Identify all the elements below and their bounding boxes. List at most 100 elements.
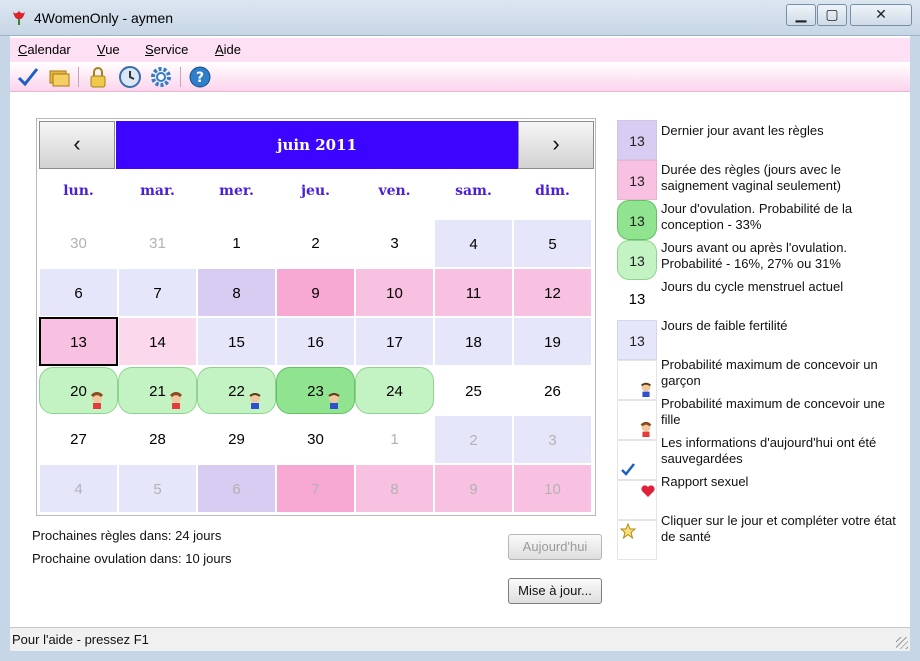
- update-button[interactable]: Mise à jour...: [508, 578, 602, 604]
- star-icon: [620, 523, 636, 539]
- day-cell[interactable]: 5: [118, 464, 197, 513]
- day-cell-today[interactable]: 13: [39, 317, 118, 366]
- weekday-mon: lun.: [63, 183, 94, 199]
- day-cell[interactable]: 24: [355, 367, 434, 414]
- day-cell[interactable]: 10: [355, 268, 434, 317]
- heart-icon: [641, 485, 655, 497]
- day-cell[interactable]: 9: [276, 268, 355, 317]
- day-cell[interactable]: 8: [197, 268, 276, 317]
- day-cell[interactable]: 12: [513, 268, 592, 317]
- month-title: juin 2011: [116, 121, 518, 169]
- girl-icon: [90, 392, 104, 409]
- legend-text-ovulation: Jour d'ovulation. Probabilité de la conc…: [661, 201, 853, 232]
- day-cell[interactable]: 21: [118, 367, 197, 414]
- weekday-sat: sam.: [455, 183, 492, 199]
- day-cell[interactable]: 6: [197, 464, 276, 513]
- day-cell[interactable]: 22: [197, 367, 276, 414]
- menu-aide[interactable]: Aide: [215, 42, 241, 57]
- status-bar: Pour l'aide - pressez F1: [10, 627, 910, 651]
- day-cell[interactable]: 7: [276, 464, 355, 513]
- boy-icon: [641, 382, 651, 397]
- next-month-button[interactable]: ›: [518, 121, 594, 169]
- day-cell[interactable]: 15: [197, 317, 276, 366]
- legend-swatch-girl: [617, 400, 657, 440]
- legend-text-current-cycle: Jours du cycle menstruel actuel: [661, 279, 844, 294]
- menu-calendar[interactable]: Calendar: [18, 42, 71, 57]
- check-icon: [621, 463, 635, 476]
- clock-icon[interactable]: [118, 65, 142, 89]
- day-cell[interactable]: 3: [355, 219, 434, 268]
- day-cell[interactable]: 11: [434, 268, 513, 317]
- legend-text-fertile: Jours avant ou après l'ovulation. Probab…: [661, 240, 848, 271]
- window-frame-right: [910, 36, 920, 661]
- legend-swatch-saved: [617, 440, 657, 480]
- day-number: 23: [307, 383, 324, 400]
- day-cell[interactable]: 1: [197, 219, 276, 268]
- day-cell[interactable]: 10: [513, 464, 592, 513]
- legend-swatch-intercourse: [617, 480, 657, 520]
- day-cell[interactable]: 23: [276, 367, 355, 414]
- legend-swatch-last-day: 13: [617, 120, 657, 160]
- folders-icon[interactable]: [47, 65, 71, 89]
- day-cell[interactable]: 18: [434, 317, 513, 366]
- day-cell[interactable]: 14: [118, 317, 197, 366]
- resize-grip[interactable]: [896, 637, 908, 649]
- day-cell[interactable]: 2: [434, 415, 513, 464]
- day-cell[interactable]: 9: [434, 464, 513, 513]
- day-cell[interactable]: 20: [39, 367, 118, 414]
- svg-text:?: ?: [196, 70, 204, 86]
- day-cell[interactable]: 4: [434, 219, 513, 268]
- day-cell[interactable]: 8: [355, 464, 434, 513]
- day-cell[interactable]: 30: [276, 415, 355, 464]
- legend-text-boy: Probabilité maximum de concevoir un garç…: [661, 357, 878, 388]
- weekday-fri: ven.: [378, 183, 411, 199]
- day-cell[interactable]: 30: [39, 219, 118, 268]
- legend-swatch-low-fertility: 13: [617, 320, 657, 360]
- boy-icon: [328, 393, 340, 409]
- day-number: 22: [228, 383, 245, 400]
- tulip-icon: [13, 11, 25, 25]
- gear-icon[interactable]: [149, 65, 173, 89]
- minimize-button[interactable]: ▁: [786, 4, 816, 26]
- legend-swatch-ovulation: 13: [617, 200, 657, 240]
- day-cell[interactable]: 16: [276, 317, 355, 366]
- day-cell[interactable]: 5: [513, 219, 592, 268]
- day-cell[interactable]: 25: [434, 367, 513, 416]
- calendar: ‹ juin 2011 › lun. mar. mer. jeu. ven. s…: [36, 118, 596, 516]
- day-cell[interactable]: 29: [197, 415, 276, 464]
- status-text: Pour l'aide - pressez F1: [12, 632, 149, 647]
- boy-icon: [249, 393, 261, 409]
- toolbar-separator: [78, 67, 79, 87]
- day-cell[interactable]: 2: [276, 219, 355, 268]
- legend-swatch-fertile: 13: [617, 240, 657, 280]
- close-button[interactable]: ✕: [850, 4, 912, 26]
- menu-vue[interactable]: Vue: [97, 42, 120, 57]
- next-period-text: Prochaines règles dans: 24 jours: [32, 528, 222, 543]
- weekday-tue: mar.: [140, 183, 175, 199]
- today-button[interactable]: Aujourd'hui: [508, 534, 602, 560]
- legend-text-last-day: Dernier jour avant les règles: [661, 123, 824, 138]
- day-cell[interactable]: 31: [118, 219, 197, 268]
- maximize-button[interactable]: ▢: [817, 4, 847, 26]
- day-cell[interactable]: 26: [513, 367, 592, 416]
- day-cell[interactable]: 7: [118, 268, 197, 317]
- menu-service[interactable]: Service: [145, 42, 188, 57]
- help-icon[interactable]: ?: [188, 65, 212, 89]
- lock-icon[interactable]: [86, 65, 110, 89]
- day-cell[interactable]: 28: [118, 415, 197, 464]
- prev-month-button[interactable]: ‹: [39, 121, 115, 169]
- check-icon[interactable]: [16, 65, 40, 89]
- day-cell[interactable]: 6: [39, 268, 118, 317]
- day-cell[interactable]: 27: [39, 415, 118, 464]
- day-cell[interactable]: 1: [355, 415, 434, 464]
- day-cell[interactable]: 3: [513, 415, 592, 464]
- title-bar: 4WomenOnly - aymen ▁ ▢ ✕: [0, 0, 920, 36]
- day-cell[interactable]: 4: [39, 464, 118, 513]
- legend-swatch-health: [617, 520, 657, 560]
- weekday-sun: dim.: [535, 183, 570, 199]
- day-cell[interactable]: 19: [513, 317, 592, 366]
- day-cell[interactable]: 17: [355, 317, 434, 366]
- weekday-thu: jeu.: [300, 183, 331, 199]
- legend-text-saved: Les informations d'aujourd'hui ont été s…: [661, 435, 877, 466]
- menu-bar: Calendar Vue Service Aide: [10, 38, 910, 62]
